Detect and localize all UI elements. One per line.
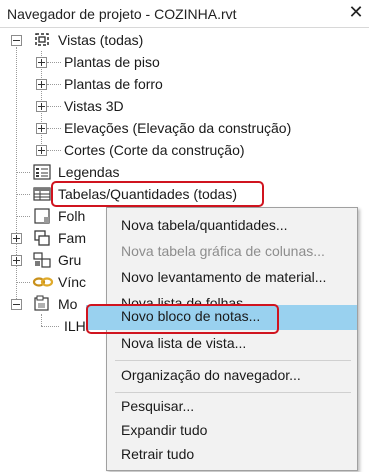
tree-item-label: Plantas de forro [64, 76, 163, 92]
model-icon [32, 295, 52, 318]
project-browser-panel: Navegador de projeto - COZINHA.rvt ✕ Vis… [0, 0, 369, 472]
annotation-highlight-box [86, 304, 279, 334]
families-icon [32, 229, 52, 252]
menu-separator [115, 360, 351, 361]
menu-item-label: Retrair tudo [121, 446, 195, 462]
menu-item-new-material-takeoff[interactable]: Novo levantamento de material... [107, 265, 357, 291]
tree-item-label: ILH [64, 318, 86, 334]
menu-item-collapse-all[interactable]: Retrair tudo [107, 442, 357, 468]
tree-item-label: Gru [58, 252, 82, 268]
schedule-icon [32, 185, 52, 208]
close-icon[interactable]: ✕ [347, 2, 365, 22]
expand-toggle[interactable] [36, 57, 47, 68]
tree-item-views[interactable]: Vistas (todas) [0, 30, 369, 50]
tree-item-label: Folh [58, 208, 86, 224]
expand-toggle[interactable] [36, 101, 47, 112]
expand-toggle[interactable] [11, 255, 22, 266]
annotation-highlight-box [51, 181, 264, 207]
tree-item-label: Vistas (todas) [58, 32, 144, 48]
expand-toggle[interactable] [36, 145, 47, 156]
context-menu: Nova tabela/quantidades... Nova tabela g… [86, 207, 358, 471]
tree-item-label: Vínc [58, 274, 87, 290]
sheets-icon [32, 207, 52, 230]
tree-item-ceiling-plans[interactable]: Plantas de forro [0, 74, 369, 94]
tree-item-label: Mo [58, 296, 78, 312]
views-icon [32, 31, 52, 54]
tree-item-label: Legendas [58, 164, 120, 180]
collapse-toggle[interactable] [11, 35, 22, 46]
menu-item-label: Organização do navegador... [121, 367, 301, 383]
menu-separator [115, 392, 351, 393]
tree-item-sections[interactable]: Cortes (Corte da construção) [0, 140, 369, 160]
expand-toggle[interactable] [11, 233, 22, 244]
groups-icon [32, 251, 52, 274]
tree-item-label: Plantas de piso [64, 54, 160, 70]
menu-item-label: Nova tabela gráfica de colunas... [121, 243, 325, 259]
tree-item-3d-views[interactable]: Vistas 3D [0, 96, 369, 116]
title-bar: Navegador de projeto - COZINHA.rvt ✕ [0, 0, 369, 28]
legend-icon [32, 163, 52, 186]
menu-item-label: Nova lista de vista... [121, 335, 247, 351]
menu-item-new-schedule[interactable]: Nova tabela/quantidades... [107, 213, 357, 239]
tree-item-label: Cortes (Corte da construção) [64, 142, 245, 158]
menu-item-label: Pesquisar... [121, 398, 195, 414]
menu-item-new-graphical-column-schedule: Nova tabela gráfica de colunas... [107, 239, 357, 265]
tree-item-label: Vistas 3D [64, 98, 124, 114]
collapse-toggle[interactable] [11, 299, 22, 310]
menu-item-label: Nova tabela/quantidades... [121, 217, 288, 233]
tree-item-elevations[interactable]: Elevações (Elevação da construção) [0, 118, 369, 138]
menu-item-expand-all[interactable]: Expandir tudo [107, 418, 357, 444]
menu-item-search[interactable]: Pesquisar... [107, 394, 357, 420]
menu-item-label: Novo levantamento de material... [121, 269, 327, 285]
menu-item-label: Expandir tudo [121, 422, 208, 438]
menu-item-new-view-list[interactable]: Nova lista de vista... [107, 331, 357, 357]
links-icon [32, 273, 54, 296]
tree-item-floor-plans[interactable]: Plantas de piso [0, 52, 369, 72]
tree-item-label: Fam [58, 230, 86, 246]
tree-item-label: Elevações (Elevação da construção) [64, 120, 292, 136]
expand-toggle[interactable] [36, 123, 47, 134]
tree-item-legends[interactable]: Legendas [0, 162, 369, 182]
panel-title: Navegador de projeto - COZINHA.rvt [7, 6, 237, 22]
expand-toggle[interactable] [36, 79, 47, 90]
menu-item-browser-organization[interactable]: Organização do navegador... [107, 363, 357, 389]
